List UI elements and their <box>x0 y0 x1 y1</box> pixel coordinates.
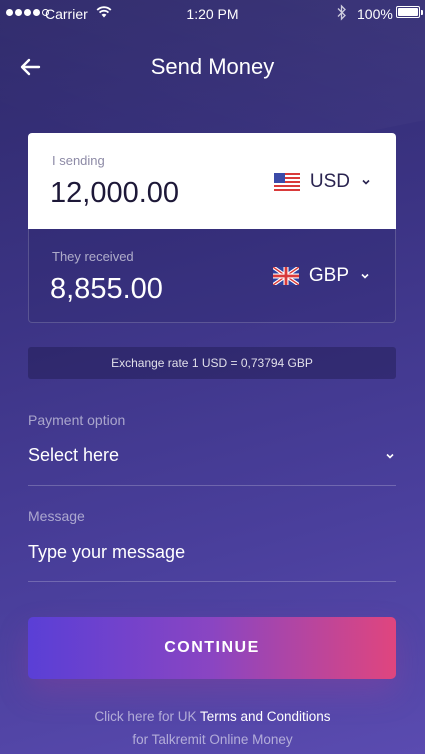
exchange-rate-bar: Exchange rate 1 USD = 0,73794 GBP <box>28 347 396 379</box>
send-currency-select[interactable]: USD <box>273 171 372 193</box>
chevron-down-icon <box>386 453 394 459</box>
page-title: Send Money <box>150 54 275 79</box>
status-bar: Carrier 1:20 PM 100% <box>0 0 425 28</box>
uk-flag-icon <box>272 267 299 285</box>
send-amount-label: I sending <box>52 153 105 168</box>
battery-icon <box>396 6 423 18</box>
terms-link[interactable]: Terms and Conditions <box>200 709 331 724</box>
continue-button[interactable]: CONTINUE <box>28 617 396 679</box>
message-input[interactable] <box>28 536 396 568</box>
terms-footer: Click here for UK Terms and Conditions f… <box>0 705 425 751</box>
battery-percentage: 100% <box>357 6 393 22</box>
chevron-down-icon <box>362 179 370 185</box>
send-amount-input[interactable]: 12,000.00 <box>50 177 179 210</box>
exchange-rate-text: Exchange rate 1 USD = 0,73794 GBP <box>111 356 313 370</box>
payment-option-label: Payment option <box>28 412 126 428</box>
payment-option-divider <box>28 485 396 486</box>
terms-prefix: Click here for UK <box>94 709 200 724</box>
bluetooth-icon <box>337 4 346 21</box>
receive-currency-select[interactable]: GBP <box>272 265 371 287</box>
message-label: Message <box>28 508 85 524</box>
receive-amount-card: They received 8,855.00 GBP <box>28 229 396 323</box>
terms-suffix: for Talkremit Online Money <box>132 732 293 747</box>
receive-amount-label: They received <box>52 249 134 264</box>
send-amount-card: I sending 12,000.00 USD <box>28 133 396 229</box>
payment-option-select[interactable]: Select here <box>28 440 396 472</box>
message-divider <box>28 581 396 582</box>
chevron-down-icon <box>361 273 369 279</box>
receive-amount-value[interactable]: 8,855.00 <box>50 273 163 306</box>
payment-option-value: Select here <box>28 445 120 465</box>
us-flag-icon <box>273 173 300 191</box>
send-currency-code: USD <box>309 171 350 192</box>
receive-currency-code: GBP <box>308 265 349 286</box>
